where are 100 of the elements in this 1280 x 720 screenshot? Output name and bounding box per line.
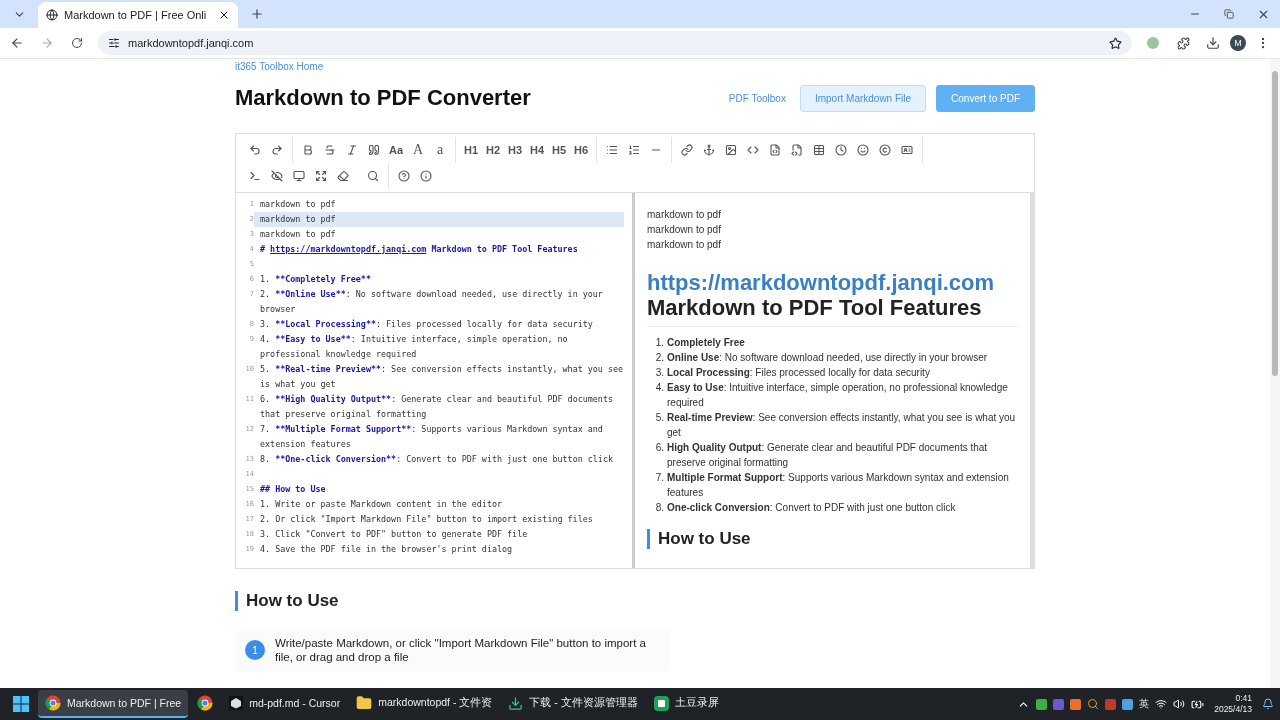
smiley-icon[interactable]	[857, 144, 869, 156]
site-settings-icon[interactable]	[108, 37, 120, 49]
heading-button[interactable]: H5	[548, 138, 570, 162]
image-icon[interactable]	[725, 144, 737, 156]
eraser-icon[interactable]	[337, 170, 349, 182]
preview-paragraph: markdown to pdf	[647, 223, 722, 237]
preview-paragraph: markdown to pdf	[647, 208, 722, 222]
code-icon[interactable]	[747, 144, 759, 156]
feature-item: Local Processing: Files processed locally for data security	[667, 366, 930, 380]
home-link[interactable]: it365 Toolbox Home	[235, 61, 1035, 72]
link-icon[interactable]	[681, 144, 693, 156]
notification-bell-icon[interactable]	[1262, 698, 1274, 710]
bullet-list-icon[interactable]	[606, 144, 618, 156]
preview-subheading: How to Use	[647, 529, 1018, 549]
code-line: 3. Click "Convert to PDF" button to generate PDF file	[259, 528, 529, 541]
search-icon[interactable]	[367, 170, 379, 182]
preview-paragraph: markdown to pdf	[647, 238, 722, 252]
clock-icon[interactable]	[835, 144, 847, 156]
bold-icon[interactable]	[302, 144, 314, 156]
heading-button[interactable]: H4	[526, 138, 548, 162]
quote-icon[interactable]	[368, 144, 380, 156]
tray-app-icon[interactable]	[1105, 698, 1117, 710]
heading-button[interactable]: H6	[570, 138, 592, 162]
terminal-icon[interactable]	[249, 170, 261, 182]
anchor-icon[interactable]	[703, 144, 715, 156]
taskbar-item[interactable]: markdowntopdf - 文件资	[349, 690, 500, 718]
back-icon[interactable]	[10, 36, 24, 50]
code-line: 4. Save the PDF file in the browser's print dialog	[259, 543, 514, 556]
list-number: 1.	[654, 336, 665, 350]
monitor-icon[interactable]	[293, 170, 305, 182]
close-icon[interactable]	[218, 9, 230, 21]
undo-icon[interactable]	[249, 144, 261, 156]
globe-icon	[46, 9, 58, 21]
scrollbar-track[interactable]	[1270, 59, 1280, 688]
tray-app-icon[interactable]	[1036, 698, 1048, 710]
font-button[interactable]: Aa	[385, 138, 407, 162]
code-line: 3. **Local Processing**: Files processed locally for data security	[259, 318, 594, 331]
numbered-list-icon[interactable]	[628, 144, 640, 156]
code-line: 4. **Easy to Use**: Intuitive interface, simple operation, no professional knowledge required	[259, 333, 569, 361]
address-bar[interactable]: markdowntopdf.janqi.com	[98, 31, 1132, 55]
pdf-toolbox-link[interactable]: PDF Toolbox	[728, 92, 786, 104]
input-method-indicator[interactable]: 英	[1139, 697, 1150, 711]
list-number: 6.	[654, 441, 665, 455]
clock[interactable]: 0:41 2025/4/13	[1214, 693, 1252, 715]
code-line: 5. **Real-time Preview**: See conversion effects instantly, what you see is what you get	[259, 363, 624, 391]
download-icon[interactable]	[1206, 36, 1220, 50]
table-icon[interactable]	[813, 144, 825, 156]
puzzle-icon[interactable]	[1176, 36, 1190, 50]
fullscreen-icon[interactable]	[315, 170, 327, 182]
code-file-icon[interactable]	[769, 144, 781, 156]
tray-app-icon[interactable]	[1070, 698, 1082, 710]
step-number: 1	[245, 640, 265, 660]
taskbar-item[interactable]: 土豆录屏	[646, 690, 726, 718]
browser-tab[interactable]: Markdown to PDF | Free Onli	[38, 2, 238, 28]
list-number: 7.	[654, 471, 665, 485]
code-line: 1. **Completely Free**	[259, 273, 372, 286]
bookmark-star-icon[interactable]	[1109, 36, 1122, 50]
card-icon[interactable]	[901, 144, 913, 156]
heading-button[interactable]: H1	[460, 138, 482, 162]
font-button[interactable]: a	[429, 138, 451, 162]
search-icon[interactable]	[1087, 698, 1100, 710]
feature-item: Real-time Preview: See conversion effects instantly, what you see is what you get	[667, 411, 1017, 440]
wifi-icon[interactable]	[1155, 698, 1168, 710]
redo-icon[interactable]	[271, 144, 283, 156]
code-line: 2. **Online Use**: No software download needed, use directly in your browser	[259, 288, 604, 316]
list-number: 8.	[654, 501, 665, 515]
feature-item: One-click Conversion: Convert to PDF with just one button click	[667, 501, 956, 515]
feature-item: Multiple Format Support: Supports various Markdown syntax and extension features	[667, 471, 1010, 500]
download-icon	[508, 695, 524, 711]
folder-icon	[356, 695, 373, 711]
tray-app-icon[interactable]	[1053, 698, 1065, 710]
code-file-icon[interactable]	[791, 144, 803, 156]
taskbar-item[interactable]: Markdown to PDF | Free	[38, 690, 189, 718]
restore-icon[interactable]	[1224, 9, 1234, 19]
font-button[interactable]: A	[407, 138, 429, 162]
code-line: # https://markdowntopdf.janqi.com Markdown to PDF Tool Features	[259, 243, 579, 256]
heading-button[interactable]: H3	[504, 138, 526, 162]
volume-icon[interactable]	[1173, 698, 1186, 710]
feature-item: Easy to Use: Intuitive interface, simple operation, no professional knowledge required	[667, 381, 1009, 410]
windows-start-icon[interactable]	[13, 696, 29, 712]
italic-icon[interactable]	[346, 144, 358, 156]
scrollbar-thumb[interactable]	[1272, 71, 1278, 376]
help-icon[interactable]	[398, 170, 410, 182]
tray-app-icon[interactable]	[1122, 698, 1134, 710]
reload-icon[interactable]	[71, 37, 83, 49]
code-line: 8. **One-click Conversion**: Convert to PDF with just one button click	[259, 453, 614, 466]
taskbar-item[interactable]: 下载 - 文件资源管理器	[501, 690, 645, 718]
feature-item: High Quality Output: Generate clear and beautiful PDF documents that preserve original formatting	[667, 441, 989, 470]
eye-off-icon[interactable]	[271, 170, 283, 182]
new-tab-icon[interactable]	[250, 7, 264, 21]
heading-button[interactable]: H2	[482, 138, 504, 162]
info-icon[interactable]	[420, 170, 432, 182]
copyright-icon[interactable]	[879, 144, 891, 156]
profile-avatar[interactable]: M	[1230, 35, 1246, 51]
taskbar-item[interactable]: md-pdf.md - Cursor	[222, 690, 348, 718]
preview-heading-link[interactable]: https://markdowntopdf.janqi.com	[647, 270, 995, 295]
strikethrough-icon[interactable]	[324, 144, 336, 156]
list-number: 4.	[654, 381, 665, 395]
code-line: 6. **High Quality Output**: Generate clear and beautiful PDF documents that preserve original formatting	[259, 393, 614, 421]
step-text: Write/paste Markdown, or click "Import Markdown File" button to import a file, or drag and drop a file	[275, 636, 647, 664]
